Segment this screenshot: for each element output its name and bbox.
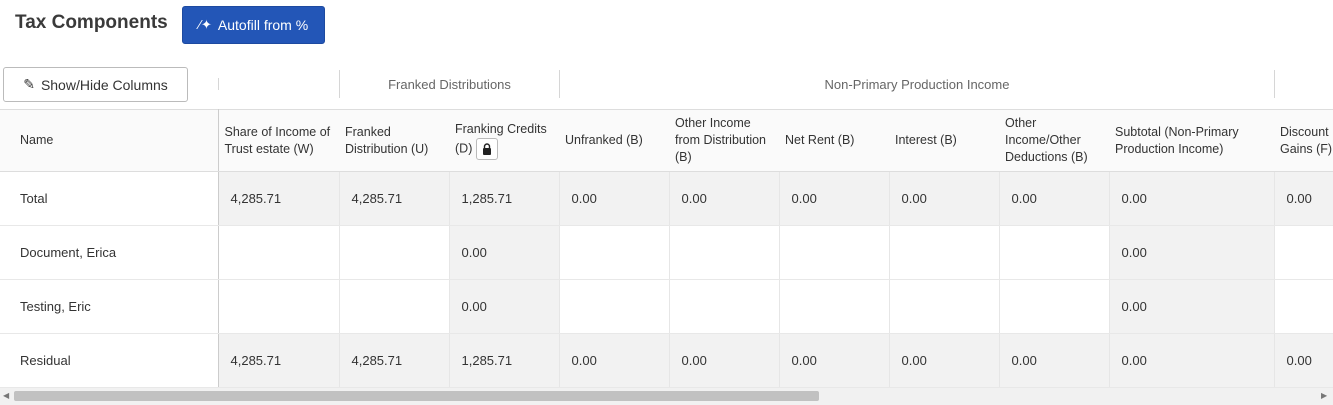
column-header[interactable]: Other Income from Distribution (B) (669, 109, 779, 172)
tax-components-table: Name Share of Income of Trust estate (W)… (0, 109, 1333, 388)
table-cell: 0.00 (559, 171, 670, 226)
input-cell[interactable] (779, 279, 890, 334)
column-header[interactable]: Interest (B) (889, 109, 999, 172)
row-name: Residual (0, 333, 219, 388)
table-cell: 0.00 (669, 171, 780, 226)
table-row-residual: Residual 4,285.71 4,285.71 1,285.71 0.00… (0, 333, 1333, 388)
table-cell: 4,285.71 (218, 171, 340, 226)
table-cell: 0.00 (669, 333, 780, 388)
table-cell: 1,285.71 (449, 171, 560, 226)
table-cell: 0.00 (559, 333, 670, 388)
input-cell[interactable] (218, 225, 340, 280)
table-cell: 0.00 (999, 171, 1110, 226)
table-row: Document, Erica 0.00 0.00 (0, 225, 1333, 280)
input-cell[interactable] (339, 225, 450, 280)
input-cell[interactable] (339, 279, 450, 334)
group-divider (218, 78, 219, 90)
table-cell: 0.00 (1109, 333, 1275, 388)
autofill-label: Autofill from % (217, 17, 309, 33)
horizontal-scrollbar[interactable]: ◀ ▶ (0, 388, 1333, 405)
table-cell: 0.00 (779, 171, 890, 226)
scrollbar-thumb[interactable] (14, 391, 819, 401)
group-header-franked: Franked Distributions (388, 76, 511, 92)
column-header[interactable]: Discount Gains (F) (1274, 109, 1333, 172)
input-cell[interactable] (779, 225, 890, 280)
table-cell: 0.00 (779, 333, 890, 388)
input-cell[interactable] (999, 225, 1110, 280)
table-cell: 0.00 (1109, 279, 1275, 334)
row-name: Testing, Eric (0, 279, 219, 334)
scroll-right-icon[interactable]: ▶ (1321, 391, 1327, 400)
input-cell[interactable] (889, 225, 1000, 280)
table-cell: 0.00 (1274, 333, 1333, 388)
column-header[interactable]: Franked Distribution (U) (339, 109, 449, 172)
table-cell: 0.00 (449, 225, 560, 280)
input-cell[interactable] (889, 279, 1000, 334)
column-header[interactable]: Name (0, 109, 219, 172)
row-name: Total (0, 171, 219, 226)
input-cell[interactable] (669, 279, 780, 334)
scroll-left-icon[interactable]: ◀ (3, 391, 9, 400)
table-cell: 4,285.71 (218, 333, 340, 388)
column-header-label: Franking Credits (D) (455, 122, 547, 156)
table-cell: 0.00 (1274, 171, 1333, 226)
column-header[interactable]: Share of Income of Trust estate (W) (218, 109, 339, 172)
group-header-nonprimary: Non-Primary Production Income (824, 76, 1010, 92)
table-cell: 0.00 (889, 333, 1000, 388)
table-row-total: Total 4,285.71 4,285.71 1,285.71 0.00 0.… (0, 171, 1333, 226)
input-cell[interactable] (218, 279, 340, 334)
autofill-button[interactable]: ⁄✦ Autofill from % (182, 6, 325, 44)
table-cell: 4,285.71 (339, 333, 450, 388)
column-header-franking-credits[interactable]: Franking Credits (D) (449, 109, 559, 172)
show-hide-label: Show/Hide Columns (40, 76, 168, 93)
column-header[interactable]: Subtotal (Non-Primary Production Income) (1109, 109, 1274, 172)
table-cell: 1,285.71 (449, 333, 560, 388)
column-header[interactable]: Other Income/Other Deductions (B) (999, 109, 1109, 172)
column-header[interactable]: Unfranked (B) (559, 109, 669, 172)
row-name: Document, Erica (0, 225, 219, 280)
table-cell: 0.00 (1109, 225, 1275, 280)
magic-wand-icon: ⁄✦ (198, 17, 212, 32)
input-cell[interactable] (1274, 279, 1333, 334)
input-cell[interactable] (999, 279, 1110, 334)
lock-icon[interactable] (476, 138, 499, 160)
input-cell[interactable] (559, 225, 670, 280)
input-cell[interactable] (1274, 225, 1333, 280)
table-cell: 0.00 (1109, 171, 1275, 226)
table-cell: 4,285.71 (339, 171, 450, 226)
input-cell[interactable] (559, 279, 670, 334)
group-divider (1274, 70, 1275, 98)
table-row: Testing, Eric 0.00 0.00 (0, 279, 1333, 334)
table-cell: 0.00 (449, 279, 560, 334)
input-cell[interactable] (669, 225, 780, 280)
show-hide-columns-button[interactable]: ✎ Show/Hide Columns (3, 67, 188, 102)
column-header[interactable]: Net Rent (B) (779, 109, 889, 172)
table-header-row: Name Share of Income of Trust estate (W)… (0, 109, 1333, 172)
page-title: Tax Components (15, 12, 168, 33)
table-cell: 0.00 (999, 333, 1110, 388)
edit-icon: ✎ (23, 76, 35, 92)
table-cell: 0.00 (889, 171, 1000, 226)
